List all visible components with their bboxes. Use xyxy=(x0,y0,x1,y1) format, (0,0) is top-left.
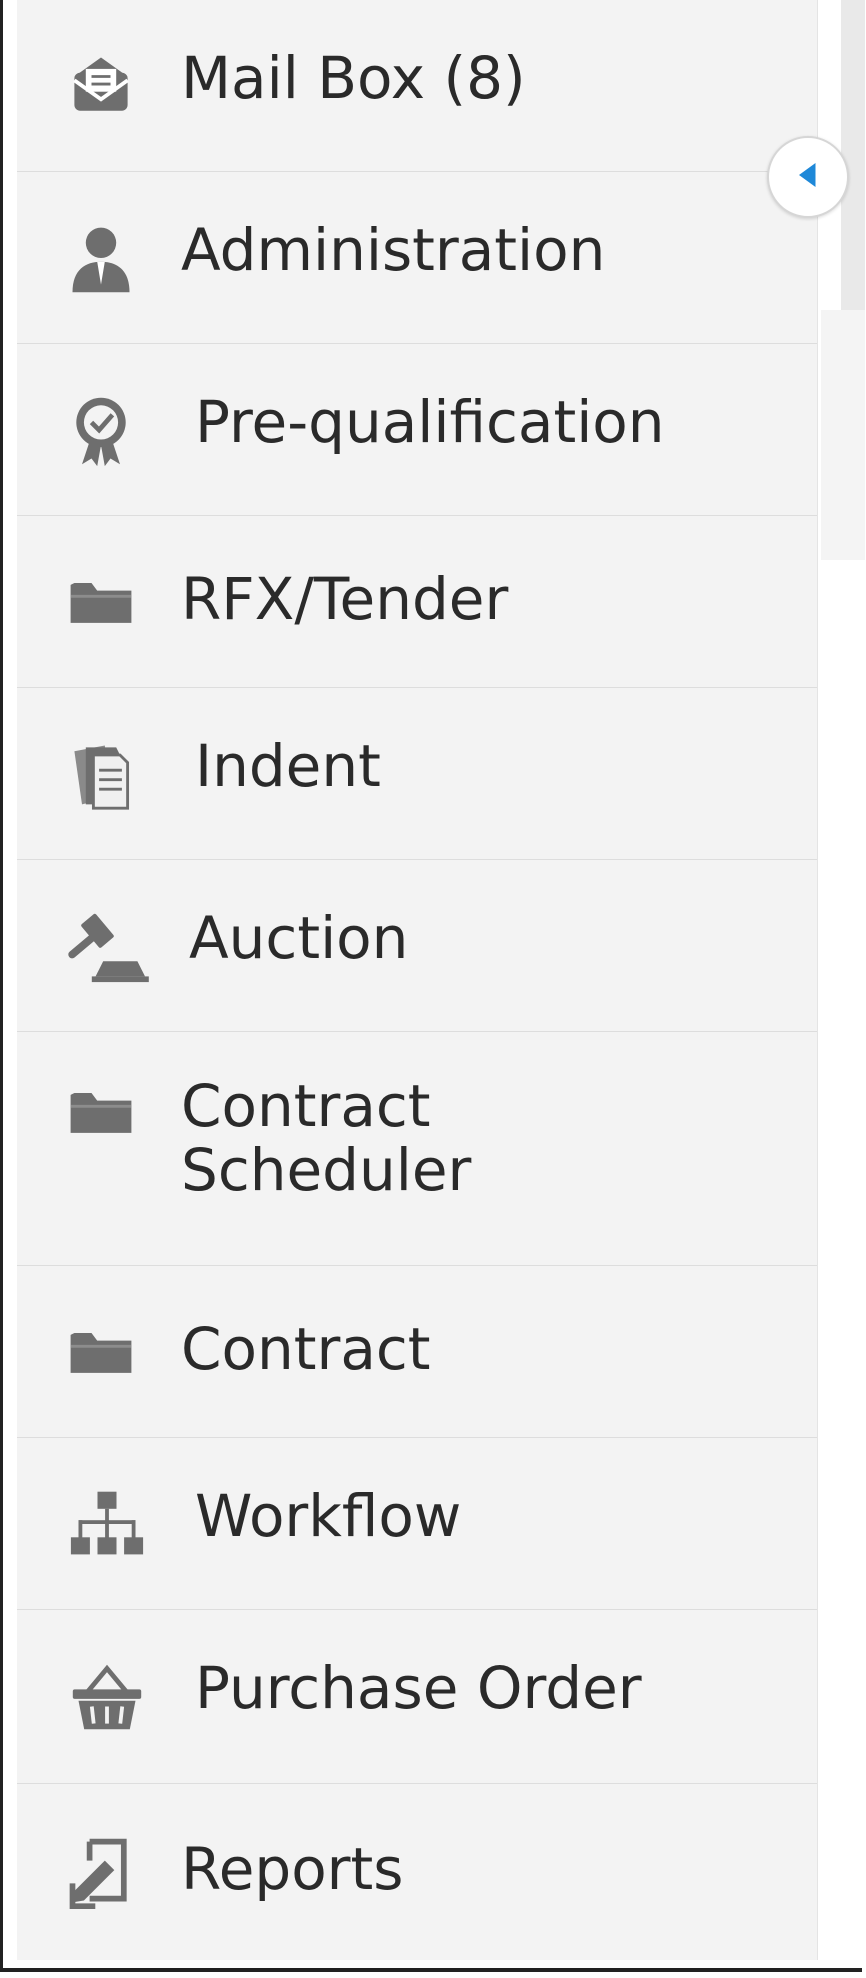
folder-icon xyxy=(61,1312,141,1392)
mail-envelope-icon xyxy=(61,46,141,126)
sidebar-item-contract-scheduler[interactable]: Contract Scheduler xyxy=(17,1032,817,1266)
sidebar-item-mail-box[interactable]: Mail Box (8) xyxy=(17,0,817,172)
sidebar-item-label: RFX/Tender xyxy=(181,565,509,633)
caret-left-icon xyxy=(793,160,823,194)
sidebar-item-label: Indent xyxy=(195,732,381,800)
content-panel-edge xyxy=(821,310,865,560)
sidebar-item-label: Reports xyxy=(181,1835,404,1903)
sidebar-item-label: Workflow xyxy=(195,1482,462,1550)
sidebar-item-contract[interactable]: Contract xyxy=(17,1266,817,1438)
sidebar-item-label: Contract Scheduler xyxy=(181,1072,472,1204)
sidebar-item-label: Auction xyxy=(189,904,409,972)
sidebar-item-label: Mail Box (8) xyxy=(181,44,526,112)
sidebar-item-label: Pre-qualification xyxy=(195,388,665,456)
window-frame: Mail Box (8) Administration Pre-qualific… xyxy=(0,0,865,1972)
sidebar-item-label: Purchase Order xyxy=(195,1654,642,1722)
sidebar-item-rfx-tender[interactable]: RFX/Tender xyxy=(17,516,817,688)
sidebar-item-purchase-order[interactable]: Purchase Order xyxy=(17,1610,817,1784)
sidebar-collapse-toggle[interactable] xyxy=(767,136,849,218)
report-edit-icon xyxy=(61,1832,141,1912)
sidebar-item-pre-qualification[interactable]: Pre-qualification xyxy=(17,344,817,516)
user-admin-icon xyxy=(61,218,141,298)
sidebar-item-workflow[interactable]: Workflow xyxy=(17,1438,817,1610)
sidebar-item-label: Administration xyxy=(181,216,606,284)
sitemap-icon xyxy=(67,1484,147,1564)
gavel-icon xyxy=(57,906,157,986)
sidebar-item-indent[interactable]: Indent xyxy=(17,688,817,860)
sidebar-item-auction[interactable]: Auction xyxy=(17,860,817,1032)
documents-stack-icon xyxy=(61,734,141,814)
sidebar-menu: Mail Box (8) Administration Pre-qualific… xyxy=(17,0,818,1960)
folder-icon xyxy=(61,562,141,642)
sidebar-item-administration[interactable]: Administration xyxy=(17,172,817,344)
sidebar-item-label: Contract xyxy=(181,1315,431,1383)
basket-icon xyxy=(67,1657,147,1737)
sidebar-item-reports[interactable]: Reports xyxy=(17,1784,817,1960)
folder-icon xyxy=(61,1072,141,1152)
certificate-badge-icon xyxy=(61,390,141,470)
